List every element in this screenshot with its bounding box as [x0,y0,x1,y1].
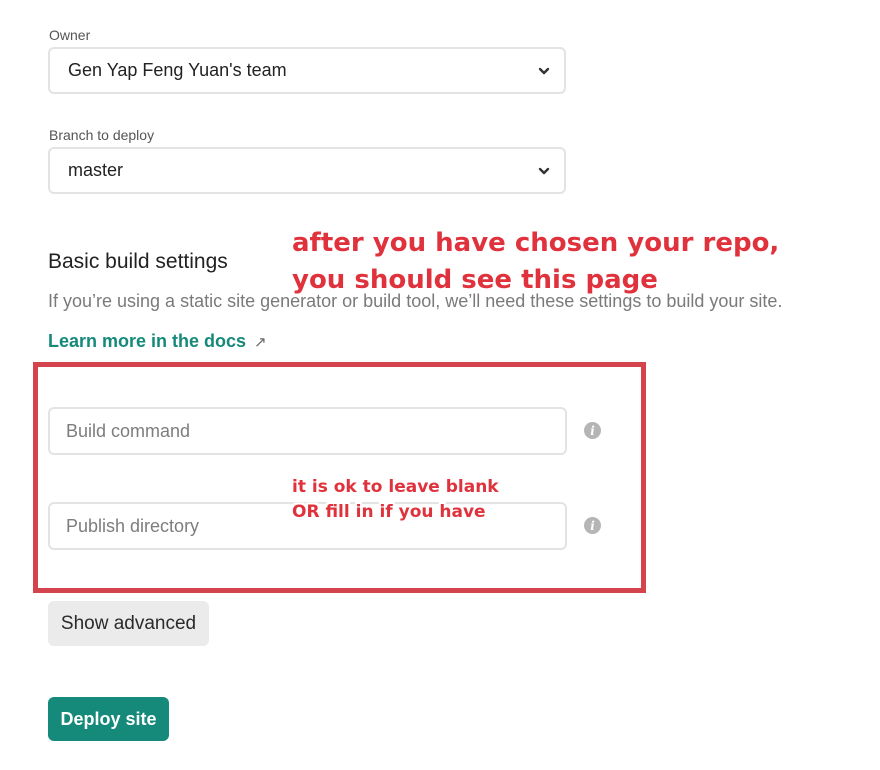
docs-link-label: Learn more in the docs [48,331,247,351]
docs-link[interactable]: Learn more in the docs ↗ [48,331,267,352]
annotation-main: after you have chosen your repo, you sho… [292,225,779,299]
deploy-settings-page: Owner Gen Yap Feng Yuan's team Branch to… [0,0,880,770]
annotation-small: it is ok to leave blank OR fill in if yo… [292,475,499,525]
annotation-small-line-1: it is ok to leave blank [292,477,499,497]
annotation-small-line-2: OR fill in if you have [292,502,486,522]
info-icon[interactable]: i [584,517,601,534]
annotation-main-line-2: you should see this page [292,265,658,295]
owner-label: Owner [49,27,91,43]
branch-label: Branch to deploy [49,127,155,143]
branch-select[interactable]: master [48,147,566,194]
section-title: Basic build settings [48,250,228,273]
owner-select-value: Gen Yap Feng Yuan's team [68,60,287,80]
owner-select[interactable]: Gen Yap Feng Yuan's team [48,47,566,94]
annotation-main-line-1: after you have chosen your repo, [292,228,780,258]
deploy-site-button[interactable]: Deploy site [48,697,169,741]
info-icon[interactable]: i [584,422,601,439]
show-advanced-button[interactable]: Show advanced [48,601,209,646]
build-command-input[interactable] [48,407,567,455]
chevron-down-icon [538,167,550,174]
chevron-down-icon [538,67,550,74]
branch-select-value: master [68,160,124,180]
external-link-icon: ↗ [254,333,267,351]
